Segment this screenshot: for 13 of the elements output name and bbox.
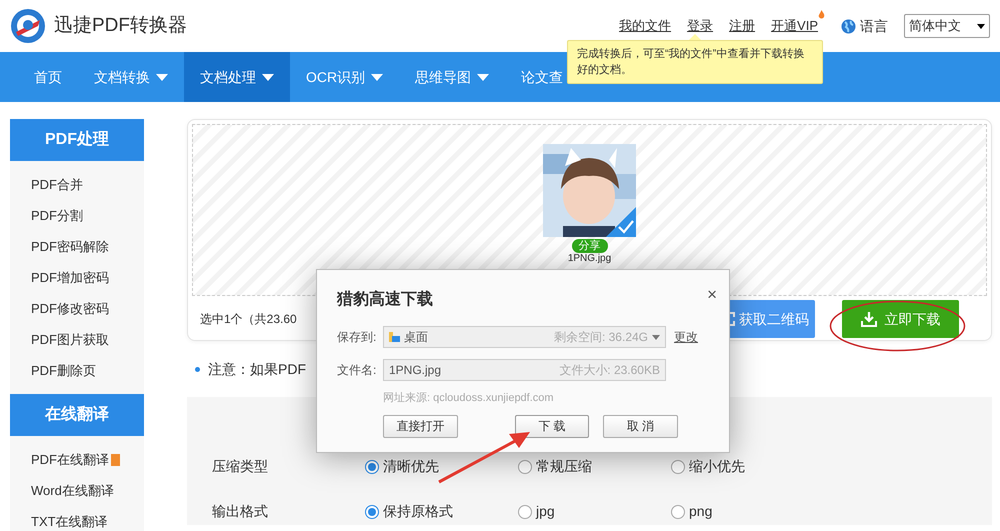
sidebar-heading: PDF处理 [10,119,144,161]
dialog-title: 猎豹高速下载 [337,289,433,310]
sidebar-heading: 在线翻译 [10,394,144,436]
option-label: 压缩类型 [212,457,269,476]
file-name: 1PNG.jpg [568,253,612,264]
selection-summary: 选中1个（共23.60 [200,311,297,328]
source-text: 网址来源: qcloudoss.xunjiepdf.com [383,391,555,406]
tooltip: 完成转换后，可至“我的文件”中查看并下载转换好的文档。 [567,40,823,84]
notice-text: 注意：如果PDF [208,360,306,378]
field-label: 文件名: [337,362,378,379]
field-label: 保存到: [337,329,378,346]
language-label: 语言 [860,16,888,36]
option-label: 输出格式 [212,502,269,521]
